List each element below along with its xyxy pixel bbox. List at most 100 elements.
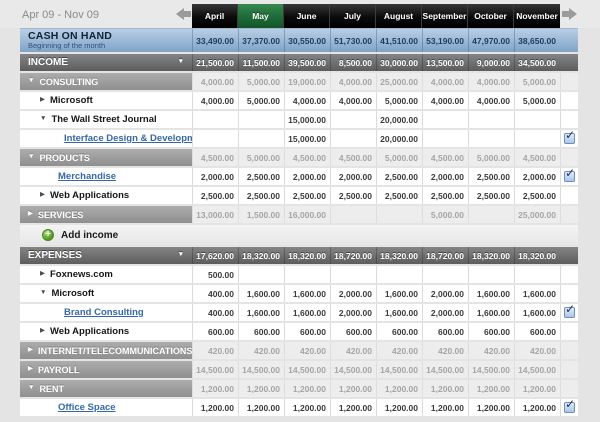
month-tab-april[interactable]: April (192, 4, 238, 28)
foxnews-value-july[interactable] (330, 266, 376, 283)
microsoft-expenses-value-november[interactable]: 1,600.00 (514, 285, 560, 302)
wall-street-journal-value-may[interactable] (238, 111, 284, 128)
expenses-label-cell[interactable]: EXPENSES▼ (20, 247, 192, 264)
web-applications-income-value-september[interactable]: 2,500.00 (422, 187, 468, 204)
interface-design-development-value-june[interactable]: 15,000.00 (284, 130, 330, 147)
office-space-value-november[interactable]: 1,200.00 (514, 399, 560, 416)
microsoft-income-value-november[interactable]: 5,000.00 (514, 92, 560, 109)
merchandise-value-july[interactable]: 2,000.00 (330, 168, 376, 185)
foxnews-disclosure-triangle[interactable]: ▶ (40, 271, 45, 278)
office-space-checkbox[interactable]: ✓ (564, 402, 575, 413)
interface-design-development-value-july[interactable] (330, 130, 376, 147)
interface-design-development-value-august[interactable]: 20,000.00 (376, 130, 422, 147)
brand-consulting-value-april[interactable]: 400.00 (192, 304, 238, 321)
wall-street-journal-value-september[interactable] (422, 111, 468, 128)
month-tab-october[interactable]: October (468, 4, 514, 28)
web-applications-income-value-august[interactable]: 2,500.00 (376, 187, 422, 204)
microsoft-expenses-value-june[interactable]: 1,600.00 (284, 285, 330, 302)
brand-consulting-value-august[interactable]: 1,600.00 (376, 304, 422, 321)
payroll-disclosure-triangle[interactable]: ▶ (28, 366, 33, 373)
interface-design-development-value-april[interactable] (192, 130, 238, 147)
interface-design-development-value-may[interactable] (238, 130, 284, 147)
microsoft-income-value-july[interactable]: 4,000.00 (330, 92, 376, 109)
month-tab-august[interactable]: August (376, 4, 422, 28)
products-label-cell[interactable]: ▼PRODUCTS (20, 149, 192, 166)
microsoft-income-value-may[interactable]: 5,000.00 (238, 92, 284, 109)
web-applications-income-value-november[interactable]: 2,500.00 (514, 187, 560, 204)
merchandise-value-september[interactable]: 2,000.00 (422, 168, 468, 185)
office-space-value-april[interactable]: 1,200.00 (192, 399, 238, 416)
web-applications-expenses-value-november[interactable]: 600.00 (514, 323, 560, 340)
add-income-plus-icon[interactable]: + (42, 229, 54, 241)
office-space-value-june[interactable]: 1,200.00 (284, 399, 330, 416)
month-tab-november[interactable]: November (514, 4, 560, 28)
wall-street-journal-value-october[interactable] (468, 111, 514, 128)
rent-label-cell[interactable]: ▼RENT (20, 380, 192, 397)
income-disclosure-triangle[interactable]: ▼ (178, 59, 184, 66)
payroll-label-cell[interactable]: ▶PAYROLL (20, 361, 192, 378)
month-tab-july[interactable]: July (330, 4, 376, 28)
web-applications-expenses-value-april[interactable]: 600.00 (192, 323, 238, 340)
merchandise-value-october[interactable]: 2,500.00 (468, 168, 514, 185)
microsoft-expenses-value-april[interactable]: 400.00 (192, 285, 238, 302)
office-space-value-september[interactable]: 1,200.00 (422, 399, 468, 416)
foxnews-value-september[interactable] (422, 266, 468, 283)
interface-design-development-checkbox[interactable]: ✓ (564, 133, 575, 144)
merchandise-value-november[interactable]: 2,000.00 (514, 168, 560, 185)
microsoft-income-value-april[interactable]: 4,000.00 (192, 92, 238, 109)
foxnews-value-october[interactable] (468, 266, 514, 283)
web-applications-expenses-value-june[interactable]: 600.00 (284, 323, 330, 340)
office-space-value-july[interactable]: 1,200.00 (330, 399, 376, 416)
foxnews-value-november[interactable] (514, 266, 560, 283)
office-space-link[interactable]: Office Space (58, 402, 116, 413)
web-applications-expenses-value-july[interactable]: 600.00 (330, 323, 376, 340)
month-tab-june[interactable]: June (284, 4, 330, 28)
add-income-label[interactable]: Add income (61, 230, 118, 241)
brand-consulting-value-may[interactable]: 1,600.00 (238, 304, 284, 321)
wall-street-journal-value-november[interactable] (514, 111, 560, 128)
wall-street-journal-disclosure-triangle[interactable]: ▼ (40, 116, 46, 123)
income-label-cell[interactable]: INCOME▼ (20, 54, 192, 71)
web-applications-expenses-value-september[interactable]: 600.00 (422, 323, 468, 340)
brand-consulting-link[interactable]: Brand Consulting (64, 307, 144, 318)
next-months-arrow[interactable] (562, 8, 577, 20)
microsoft-expenses-value-july[interactable]: 2,000.00 (330, 285, 376, 302)
foxnews-value-june[interactable] (284, 266, 330, 283)
wall-street-journal-value-july[interactable] (330, 111, 376, 128)
merchandise-value-april[interactable]: 2,000.00 (192, 168, 238, 185)
web-applications-expenses-value-may[interactable]: 600.00 (238, 323, 284, 340)
services-disclosure-triangle[interactable]: ▶ (28, 211, 33, 218)
office-space-value-october[interactable]: 1,200.00 (468, 399, 514, 416)
merchandise-value-may[interactable]: 2,500.00 (238, 168, 284, 185)
microsoft-income-value-october[interactable]: 4,000.00 (468, 92, 514, 109)
month-tab-september[interactable]: September (422, 4, 468, 28)
rent-disclosure-triangle[interactable]: ▼ (28, 385, 34, 392)
merchandise-value-august[interactable]: 2,500.00 (376, 168, 422, 185)
microsoft-expenses-disclosure-triangle[interactable]: ▼ (40, 290, 46, 297)
consulting-label-cell[interactable]: ▼CONSULTING (20, 73, 192, 90)
foxnews-value-may[interactable] (238, 266, 284, 283)
interface-design-development-link[interactable]: Interface Design & Development (64, 133, 192, 144)
microsoft-income-value-august[interactable]: 5,000.00 (376, 92, 422, 109)
brand-consulting-value-november[interactable]: 1,600.00 (514, 304, 560, 321)
microsoft-expenses-value-may[interactable]: 1,600.00 (238, 285, 284, 302)
brand-consulting-value-june[interactable]: 1,600.00 (284, 304, 330, 321)
wall-street-journal-value-june[interactable]: 15,000.00 (284, 111, 330, 128)
microsoft-expenses-value-october[interactable]: 1,600.00 (468, 285, 514, 302)
foxnews-value-august[interactable] (376, 266, 422, 283)
office-space-value-august[interactable]: 1,200.00 (376, 399, 422, 416)
web-applications-income-value-june[interactable]: 2,500.00 (284, 187, 330, 204)
brand-consulting-value-september[interactable]: 2,000.00 (422, 304, 468, 321)
internet-telecommunications-label-cell[interactable]: ▶INTERNET/TELECOMMUNICATIONS (20, 342, 192, 359)
web-applications-income-disclosure-triangle[interactable]: ▶ (40, 192, 45, 199)
row-add-income[interactable]: + Add income (20, 225, 578, 245)
web-applications-expenses-value-august[interactable]: 600.00 (376, 323, 422, 340)
brand-consulting-value-july[interactable]: 2,000.00 (330, 304, 376, 321)
web-applications-expenses-value-october[interactable]: 600.00 (468, 323, 514, 340)
merchandise-checkbox[interactable]: ✓ (564, 171, 575, 182)
microsoft-income-value-june[interactable]: 4,000.00 (284, 92, 330, 109)
brand-consulting-value-october[interactable]: 1,600.00 (468, 304, 514, 321)
web-applications-expenses-disclosure-triangle[interactable]: ▶ (40, 328, 45, 335)
microsoft-income-disclosure-triangle[interactable]: ▶ (40, 97, 45, 104)
consulting-disclosure-triangle[interactable]: ▼ (28, 78, 34, 85)
